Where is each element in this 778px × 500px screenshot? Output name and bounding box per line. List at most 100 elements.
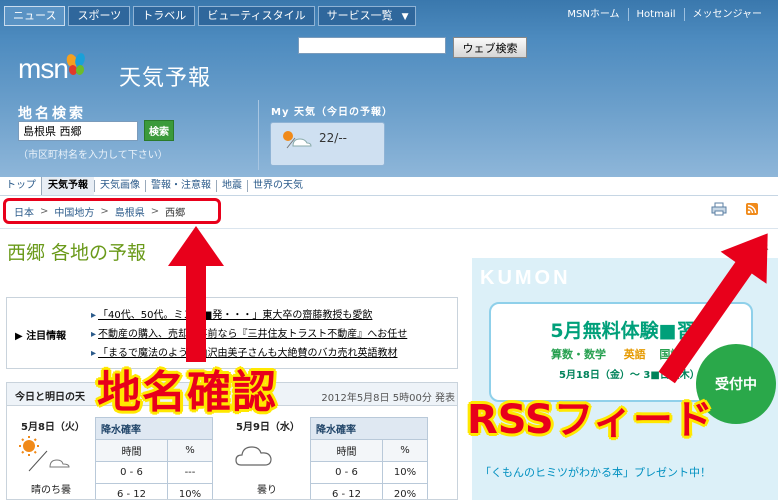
col-time-header: 時間	[310, 439, 383, 462]
sun-then-cloud-icon	[19, 436, 70, 472]
cell-time: 0 - 6	[95, 461, 168, 484]
forecast-day1-date: 5月8日（火）	[21, 422, 85, 433]
ad-subject-japanese: 国語	[659, 348, 682, 361]
kumon-ad[interactable]: KUMON 5月無料体験■習 算数・数学 英語 国語 5月18日（金）〜 3■日…	[472, 258, 778, 500]
cell-time: 6 - 12	[95, 483, 168, 499]
kumon-logo: KUMON	[480, 267, 571, 289]
page-site-title: 天気予報	[119, 66, 212, 91]
ad-subjects: 算数・数学 英語 国語	[551, 346, 681, 362]
notice-list: ▸ 「40代、50代。ミス■■発・・・」東大卒の齋藤教授も愛飲 ▸ 不動産の購入、売…	[91, 306, 407, 363]
cell-pct: 20%	[382, 483, 428, 499]
msn-logo-text: msn	[18, 53, 69, 84]
forecast-updated: 2012年5月8日 5時00分 発表	[321, 393, 455, 404]
cell-pct: 10%	[382, 461, 428, 484]
ad-subject-math: 算数・数学	[551, 348, 606, 361]
ad-subject-english: 英語	[623, 348, 646, 361]
subnav-forecast[interactable]: 天気予報	[41, 177, 94, 195]
page-title: 西郷 各地の予報	[7, 242, 147, 264]
place-search-hint: （市区町村名を入力して下さい）	[18, 150, 168, 161]
table-row: 時間%	[310, 439, 428, 462]
butterfly-icon	[66, 53, 85, 75]
table-row: 時間%	[95, 439, 213, 462]
cell-time: 0 - 6	[310, 461, 383, 484]
subnav-world-weather[interactable]: 世界の天気	[247, 180, 308, 192]
rain-table-caption: 降水確率	[95, 417, 213, 440]
my-weather-heading: My 天気（今日の予報）	[271, 107, 393, 118]
site-header: ニュース スポーツ トラベル ビューティスタイル サービス一覧 ▼ MSNホーム…	[0, 0, 778, 177]
header-divider	[258, 100, 259, 170]
link-messenger[interactable]: メッセンジャー	[683, 8, 771, 21]
my-weather-card[interactable]: 22/--	[270, 122, 385, 166]
notice-label: ▶ 注目情報	[15, 327, 66, 342]
top-links: MSNホーム Hotmail メッセンジャー	[559, 8, 770, 21]
rain-table-caption: 降水確率	[310, 417, 428, 440]
forecast-day2-condition: 曇り	[257, 485, 277, 496]
link-msn-home[interactable]: MSNホーム	[559, 8, 627, 21]
tab-sports[interactable]: スポーツ	[68, 6, 131, 26]
bullet-icon: ▸	[91, 348, 97, 359]
forecast-day1-condition: 晴のち曇	[31, 485, 71, 496]
breadcrumb-japan[interactable]: 日本	[14, 204, 34, 219]
annotation-label-rss: RSSフィード	[467, 397, 713, 443]
notice-link[interactable]: 不動産の購入、売却■事前なら『三井住友トラスト不動産』へお任せ	[98, 329, 407, 340]
breadcrumb-separator: >	[150, 205, 160, 217]
subnav-weather-images[interactable]: 天気画像	[94, 180, 145, 192]
breadcrumb-shimane[interactable]: 島根県	[115, 204, 145, 219]
table-row: 0 - 6 ---	[95, 461, 213, 484]
table-row: 6 - 12 10%	[95, 483, 213, 499]
my-weather-temp: 22/--	[319, 131, 347, 145]
breadcrumb: 日本 > 中国地方 > 島根県 > 西郷	[3, 198, 221, 224]
tab-services-label: サービス一覧	[326, 9, 393, 22]
ad-headline: 5月無料体験■習	[550, 320, 696, 342]
ad-dates: 5月18日（金）〜 3■日（木）	[559, 370, 700, 381]
top-nav: ニュース スポーツ トラベル ビューティスタイル サービス一覧 ▼	[4, 6, 416, 26]
place-search-input[interactable]	[18, 121, 138, 141]
breadcrumb-separator: >	[40, 205, 49, 217]
bullet-icon: ▸	[91, 329, 97, 340]
subnav-warnings[interactable]: 警報・注意報	[145, 180, 216, 192]
col-time-header: 時間	[95, 439, 168, 462]
cell-pct: 10%	[167, 483, 213, 499]
bullet-icon: ▸	[91, 310, 97, 321]
print-icon[interactable]	[711, 202, 727, 216]
divider	[0, 228, 778, 229]
breadcrumb-chugoku[interactable]: 中国地方	[54, 204, 94, 219]
tab-travel[interactable]: トラベル	[133, 6, 196, 26]
subnav-top[interactable]: トップ	[4, 180, 41, 192]
tab-services-dropdown[interactable]: サービス一覧 ▼	[317, 6, 416, 26]
rss-icon[interactable]	[746, 203, 758, 215]
breadcrumb-saigo: 西郷	[165, 207, 186, 219]
tab-beauty-style[interactable]: ビューティスタイル	[198, 6, 315, 26]
link-hotmail[interactable]: Hotmail	[627, 8, 684, 21]
place-search-heading: 地名検索	[18, 106, 86, 122]
notice-link[interactable]: 「40代、50代。ミス■■発・・・」東大卒の齋藤教授も愛飲	[98, 310, 372, 321]
cell-time: 6 - 12	[310, 483, 383, 499]
col-pct-header: %	[382, 439, 428, 462]
place-search-button[interactable]: 検索	[144, 120, 174, 141]
annotation-label-place: 地名確認	[97, 367, 277, 418]
table-row: 6 - 12 20%	[310, 483, 428, 499]
subnav-earthquake[interactable]: 地震	[216, 180, 247, 192]
list-item[interactable]: ▸ 不動産の購入、売却■事前なら『三井住友トラスト不動産』へお任せ	[91, 325, 407, 344]
msn-logo[interactable]: msn	[18, 53, 88, 85]
breadcrumb-separator: >	[100, 205, 109, 217]
table-row: 0 - 6 10%	[310, 461, 428, 484]
forecast-title: 今日と明日の天	[15, 392, 85, 403]
web-search-input[interactable]	[298, 37, 446, 54]
chevron-down-icon: ▼	[401, 12, 409, 22]
rain-table-day1: 降水確率 時間% 0 - 6 --- 6 - 12 10%	[95, 417, 213, 499]
notice-label-text: 注目情報	[26, 331, 67, 342]
cloud-icon	[235, 446, 272, 466]
rain-table-day2: 降水確率 時間% 0 - 6 10% 6 - 12 20%	[310, 417, 428, 499]
col-pct-header: %	[167, 439, 213, 462]
pr-label: PR	[757, 243, 769, 253]
ad-footer: 「くもんのヒミツがわかる本」プレゼント中！	[480, 466, 711, 479]
sun-cloud-icon	[283, 131, 312, 149]
web-search-button[interactable]: ウェブ検索	[453, 37, 527, 58]
weather-subnav: トップ 天気予報 天気画像 警報・注意報 地震 世界の天気	[0, 177, 778, 196]
cell-pct: ---	[167, 461, 213, 484]
forecast-day2-date: 5月9日（水）	[236, 422, 300, 433]
list-item[interactable]: ▸ 「40代、50代。ミス■■発・・・」東大卒の齋藤教授も愛飲	[91, 306, 407, 325]
tab-news[interactable]: ニュース	[4, 6, 66, 26]
notice-marker-icon: ▶	[15, 331, 23, 342]
